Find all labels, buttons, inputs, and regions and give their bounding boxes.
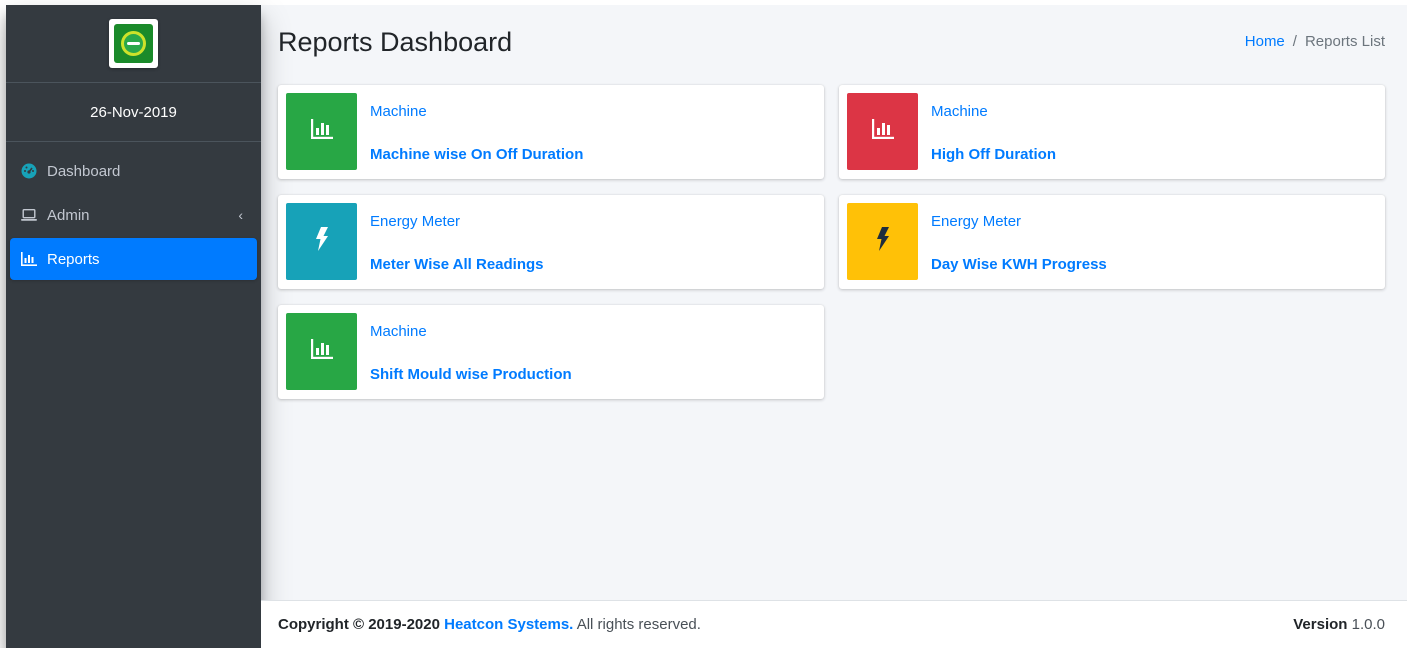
version-label: Version: [1293, 616, 1348, 633]
logo-bar: [127, 42, 140, 45]
page-title: Reports Dashboard: [278, 27, 513, 57]
breadcrumb: Home / Reports List: [1245, 33, 1385, 50]
current-date: 26-Nov-2019: [6, 83, 261, 142]
company-logo[interactable]: [109, 19, 158, 68]
footer-version: Version 1.0.0: [1293, 616, 1385, 633]
card-title-link[interactable]: High Off Duration: [931, 146, 1056, 163]
sidebar-item-label: Admin: [47, 206, 90, 224]
sidebar-item-admin[interactable]: Admin ‹: [10, 194, 257, 236]
sidebar-item-label: Reports: [47, 250, 100, 268]
breadcrumb-current: Reports List: [1304, 33, 1385, 50]
report-card-meter-readings[interactable]: Energy Meter Meter Wise All Readings: [278, 195, 824, 289]
card-category: Energy Meter: [370, 213, 461, 230]
sidebar-nav: Dashboard Admin ‹ Reports: [6, 142, 261, 280]
footer: Copyright © 2019-2020 Heatcon Systems. A…: [261, 600, 1407, 648]
card-icon-box: [286, 93, 357, 170]
card-icon-box: [286, 203, 357, 280]
breadcrumb-separator: /: [1292, 33, 1297, 50]
content-header: Reports Dashboard Home / Reports List: [261, 10, 1407, 82]
bar-chart-icon: [21, 251, 37, 267]
report-card-shift-mould[interactable]: Machine Shift Mould wise Production: [278, 305, 824, 399]
sidebar-item-label: Dashboard: [47, 162, 121, 180]
sidebar-item-dashboard[interactable]: Dashboard: [10, 150, 257, 192]
card-icon-box: [847, 93, 918, 170]
main-content: Reports Dashboard Home / Reports List Ma…: [261, 10, 1407, 600]
bolt-icon: [315, 227, 329, 256]
sidebar: 26-Nov-2019 Dashboard Admin ‹ Reports: [6, 5, 261, 648]
version-number: 1.0.0: [1351, 616, 1385, 633]
logo-background: [114, 24, 153, 63]
brand: [6, 5, 261, 83]
card-category: Energy Meter: [931, 213, 1022, 230]
tachometer-icon: [21, 163, 37, 179]
card-category: Machine: [370, 323, 427, 340]
card-icon-box: [847, 203, 918, 280]
footer-copyright: Copyright © 2019-2020 Heatcon Systems. A…: [278, 616, 701, 633]
report-card-machine-on-off[interactable]: Machine Machine wise On Off Duration: [278, 85, 824, 179]
report-card-day-kwh[interactable]: Energy Meter Day Wise KWH Progress: [839, 195, 1385, 289]
company-link[interactable]: Heatcon Systems.: [444, 616, 573, 633]
bar-chart-icon: [310, 339, 333, 364]
rights-text: All rights reserved.: [576, 616, 701, 633]
laptop-icon: [21, 207, 37, 223]
breadcrumb-home-link[interactable]: Home: [1245, 33, 1285, 50]
card-icon-box: [286, 313, 357, 390]
card-category: Machine: [931, 103, 988, 120]
bar-chart-icon: [871, 119, 894, 144]
card-title-link[interactable]: Machine wise On Off Duration: [370, 146, 583, 163]
logo-emblem: [121, 31, 146, 56]
card-title-link[interactable]: Shift Mould wise Production: [370, 366, 572, 383]
card-title-link[interactable]: Day Wise KWH Progress: [931, 256, 1107, 273]
copyright-text: Copyright © 2019-2020: [278, 616, 440, 633]
bar-chart-icon: [310, 119, 333, 144]
chevron-left-icon[interactable]: ‹: [238, 207, 243, 223]
card-category: Machine: [370, 103, 427, 120]
bolt-icon: [876, 227, 890, 256]
sidebar-item-reports[interactable]: Reports: [10, 238, 257, 280]
report-card-high-off-duration[interactable]: Machine High Off Duration: [839, 85, 1385, 179]
card-title-link[interactable]: Meter Wise All Readings: [370, 256, 544, 273]
